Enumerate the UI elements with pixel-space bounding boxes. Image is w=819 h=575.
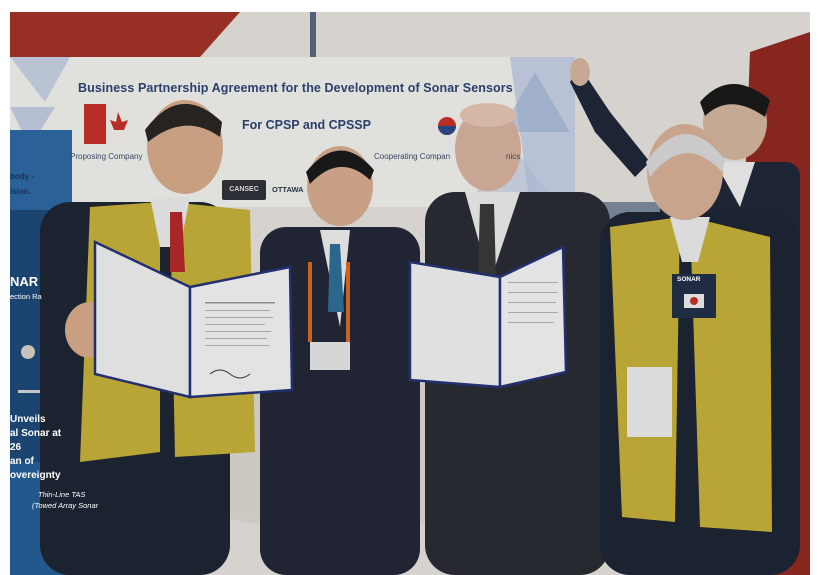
poster-line-3: NAR [10, 274, 39, 289]
proposing-company-label: Proposing Company [70, 152, 143, 161]
vest-badge: SONAR [677, 276, 701, 283]
poster-line-7: 26 [10, 442, 22, 453]
poster-line-9: overeignty [10, 470, 61, 481]
banner-title: Business Partnership Agreement for the D… [78, 81, 513, 95]
poster-line-2: ision. [10, 187, 31, 196]
cooperating-company-tail: nics [506, 152, 521, 161]
cooperating-company-label: Cooperating Compan [374, 152, 451, 161]
banner-subtitle: For CPSP and CPSSP [242, 118, 371, 132]
poster-line-1: body - [10, 172, 34, 181]
poster-line-11: (Towed Array Sonar [32, 501, 99, 510]
poster-line-6: al Sonar at [10, 428, 62, 439]
poster-line-8: an of [10, 456, 34, 467]
poster-line-10: Thin-Line TAS [38, 490, 86, 499]
ottawa-text: OTTAWA [272, 185, 304, 194]
signing-ceremony-photo: Business Partnership Agreement for the D… [10, 12, 810, 575]
photo-scene [10, 12, 810, 575]
poster-line-4: ection Ra [10, 292, 42, 301]
cansec-logo: CANSEC [222, 180, 266, 200]
poster-line-5: Unveils [10, 414, 46, 425]
